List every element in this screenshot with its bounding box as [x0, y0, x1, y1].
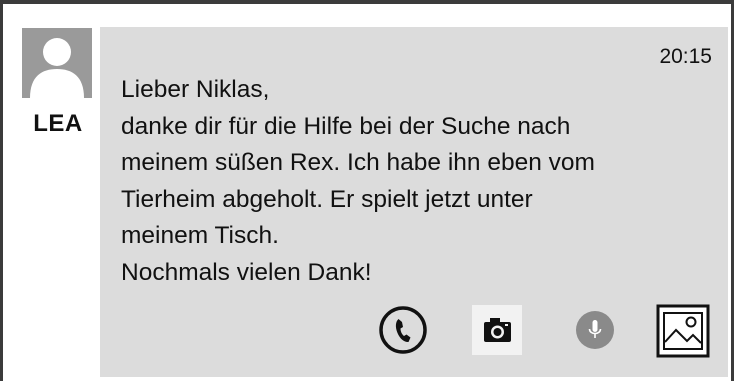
- microphone-icon: [576, 311, 614, 349]
- camera-icon: [472, 305, 522, 355]
- user-avatar-icon: [22, 28, 92, 98]
- image-icon: [656, 304, 710, 358]
- message-actions: [100, 301, 728, 363]
- message-line: meinem süßen Rex. Ich habe ihn eben vom: [121, 149, 595, 176]
- message-line: Nochmals vielen Dank!: [121, 258, 372, 286]
- message-line: danke dir für die Hilfe bei der Suche na…: [121, 112, 571, 140]
- message-bubble: 20:15 Lieber Niklas, danke dir für die H…: [100, 27, 728, 377]
- chat-window: LEA 20:15 Lieber Niklas, danke dir für d…: [0, 0, 734, 381]
- camera-button[interactable]: [472, 305, 524, 361]
- message-timestamp: 20:15: [659, 45, 712, 68]
- phone-icon: [379, 306, 427, 354]
- message-line: Tierheim abgeholt. Er spielt jetzt unter: [121, 185, 533, 213]
- image-button[interactable]: [656, 304, 710, 360]
- message-text: Lieber Niklas, danke dir für die Hilfe b…: [121, 72, 595, 291]
- sender-name: LEA: [33, 110, 83, 137]
- message-line: Lieber Niklas,: [121, 76, 270, 103]
- call-button[interactable]: [377, 304, 429, 360]
- message-line: meinem Tisch.: [121, 222, 279, 249]
- microphone-button[interactable]: [570, 305, 622, 361]
